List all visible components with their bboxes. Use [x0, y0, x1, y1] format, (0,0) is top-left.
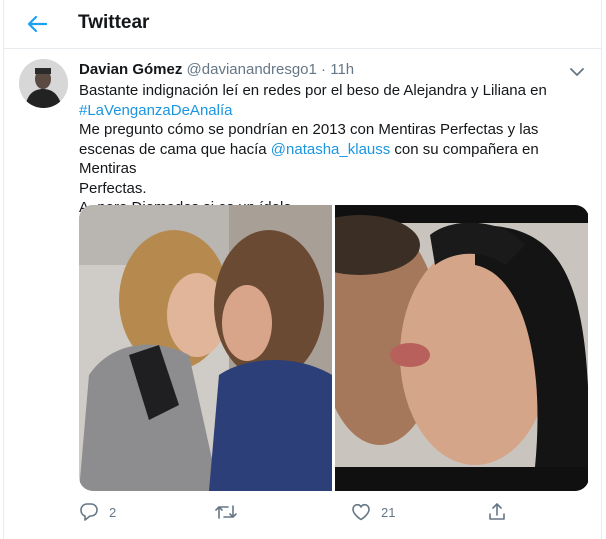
page-header: Twittear — [4, 0, 601, 49]
heart-icon — [352, 503, 370, 521]
tweet-header: Davian Gómez @davianandresgo1 · 11h — [79, 61, 354, 78]
media-photo-1[interactable] — [79, 205, 333, 491]
avatar-image — [19, 59, 68, 108]
back-button[interactable] — [20, 8, 54, 40]
chevron-down-icon — [570, 67, 584, 76]
tweet-text-fragment: escenas de cama que hacía — [79, 140, 271, 158]
tweet-text-line: Me pregunto cómo se pondrían en 2013 con… — [79, 121, 539, 138]
mention-link[interactable]: @natasha_klauss — [271, 141, 390, 158]
tweet-time[interactable]: 11h — [330, 61, 354, 78]
photo-kiss-scene-2 — [335, 205, 589, 491]
tweet-text: Bastante indignación leí en redes por el… — [79, 81, 589, 218]
like-button[interactable]: 21 — [351, 500, 395, 524]
more-options-button[interactable] — [567, 62, 587, 82]
tweet-actions: 2 21 — [79, 500, 589, 524]
tweet-media — [79, 205, 589, 491]
tweet-page: Twittear Davian Gómez @davianandresgo1 ·… — [3, 0, 602, 539]
tweet-text-line: Bastante indignación leí en redes por el… — [79, 82, 547, 99]
retweet-button[interactable] — [215, 500, 247, 524]
share-icon — [489, 503, 505, 520]
page-title: Twittear — [78, 12, 150, 33]
like-count: 21 — [381, 504, 396, 520]
meta-separator: · — [321, 61, 327, 78]
reply-icon — [80, 503, 98, 521]
author-handle[interactable]: @davianandresgo1 — [187, 61, 317, 78]
tweet-text-line: Perfectas. — [79, 179, 147, 197]
photo-kiss-scene-1 — [79, 205, 332, 491]
hashtag-link[interactable]: #LaVenganzaDeAnalía — [79, 102, 232, 119]
arrow-left-icon — [27, 15, 47, 33]
share-button[interactable] — [487, 500, 507, 524]
reply-count: 2 — [109, 504, 117, 520]
reply-button[interactable]: 2 — [79, 500, 116, 524]
retweet-icon — [215, 505, 237, 519]
media-photo-2[interactable] — [335, 205, 589, 491]
author-name[interactable]: Davian Gómez — [79, 61, 182, 78]
avatar[interactable] — [19, 59, 68, 108]
